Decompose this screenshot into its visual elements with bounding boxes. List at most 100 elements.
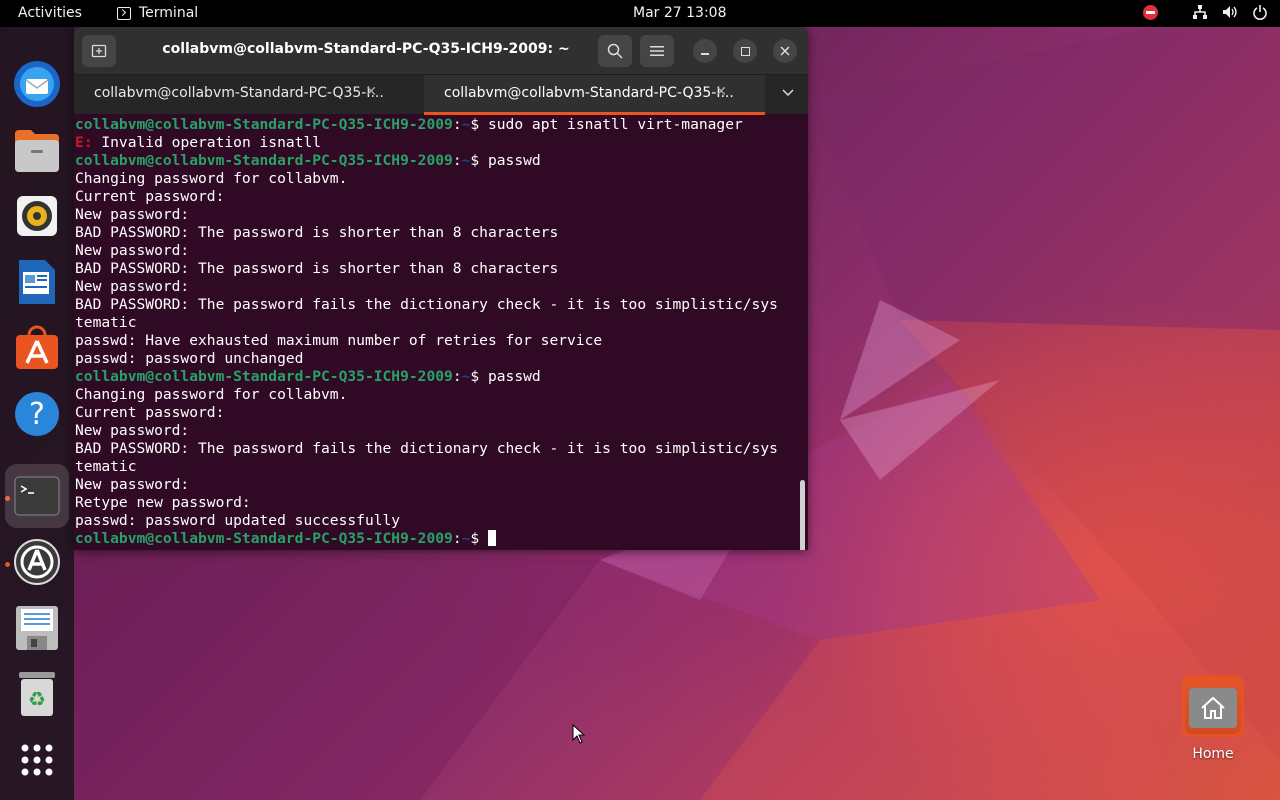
house-icon — [1201, 696, 1225, 719]
output-text: New password: — [75, 476, 190, 493]
terminal-line: collabvm@collabvm-Standard-PC-Q35-ICH9-2… — [75, 152, 799, 170]
terminal-line: New password: — [75, 476, 799, 494]
maximize-icon — [740, 46, 750, 56]
terminal-line: BAD PASSWORD: The password is shorter th… — [75, 224, 799, 242]
power-icon[interactable] — [1252, 4, 1268, 20]
output-text: Current password: — [75, 404, 225, 421]
command-text: sudo apt isnatll virt-manager — [487, 116, 743, 133]
terminal-line: collabvm@collabvm-Standard-PC-Q35-ICH9-2… — [75, 368, 799, 386]
terminal-scrollbar[interactable] — [800, 480, 805, 550]
dock-files[interactable] — [11, 124, 63, 176]
home-label: Home — [1192, 746, 1234, 762]
error-prefix: E: — [75, 134, 93, 151]
tab-bar: collabvm@collabvm-Standard-PC-Q35-I... ✕… — [74, 74, 808, 115]
terminal-line: collabvm@collabvm-Standard-PC-Q35-ICH9-2… — [75, 116, 799, 134]
output-text: New password: — [75, 422, 190, 439]
tab-list-chevron-down-icon[interactable] — [782, 86, 794, 101]
error-message: Invalid operation isnatll — [92, 134, 322, 151]
trash-icon: ♻ — [19, 672, 55, 716]
dock: ? ♻ — [0, 27, 74, 800]
output-text: Changing password for collabvm. — [75, 170, 348, 187]
app-grid-icon — [21, 744, 53, 776]
prompt-symbol: $ — [470, 530, 488, 547]
output-text: New password: — [75, 278, 190, 295]
prompt-user: collabvm@collabvm-Standard-PC-Q35-ICH9-2… — [75, 368, 453, 385]
clock[interactable]: Mar 27 13:08 — [633, 5, 726, 21]
tab-1[interactable]: collabvm@collabvm-Standard-PC-Q35-I... ✕ — [74, 75, 415, 115]
terminal-line: E: Invalid operation isnatll — [75, 134, 799, 152]
terminal-headerbar[interactable]: collabvm@collabvm-Standard-PC-Q35-ICH9-2… — [74, 27, 808, 74]
terminal-line: BAD PASSWORD: The password is shorter th… — [75, 260, 799, 278]
dock-terminal[interactable] — [5, 464, 69, 528]
prompt-separator: : — [452, 152, 462, 169]
prompt-user: collabvm@collabvm-Standard-PC-Q35-ICH9-2… — [75, 152, 453, 169]
dock-thunderbird[interactable] — [11, 58, 63, 110]
tab-2[interactable]: collabvm@collabvm-Standard-PC-Q35-I... ✕ — [424, 75, 765, 115]
terminal-line: New password: — [75, 242, 799, 260]
desktop-home-icon[interactable]: Home — [1180, 675, 1246, 762]
dock-rhythmbox[interactable] — [11, 190, 63, 242]
close-icon — [780, 46, 790, 56]
terminal-line: BAD PASSWORD: The password fails the dic… — [75, 296, 799, 314]
dock-software-updater[interactable] — [11, 536, 63, 588]
search-button[interactable] — [598, 35, 632, 67]
files-folder-icon — [15, 130, 59, 172]
network-icon[interactable] — [1192, 4, 1208, 20]
dock-trash[interactable]: ♻ — [11, 668, 63, 720]
minimize-button[interactable] — [693, 39, 717, 63]
do-not-disturb-icon[interactable] — [1143, 4, 1158, 20]
prompt-separator: : — [452, 116, 462, 133]
tab-close-icon[interactable]: ✕ — [365, 84, 377, 100]
prompt-separator: : — [452, 368, 462, 385]
terminal-line: collabvm@collabvm-Standard-PC-Q35-ICH9-2… — [75, 530, 799, 548]
output-text: BAD PASSWORD: The password is shorter th… — [75, 260, 559, 277]
text-cursor — [487, 530, 496, 546]
dock-writer[interactable] — [11, 256, 63, 308]
hamburger-icon — [650, 46, 664, 56]
terminal-line: passwd: password updated successfully — [75, 512, 799, 530]
software-updater-icon — [14, 539, 60, 585]
dock-show-apps[interactable] — [11, 734, 63, 786]
activities-button[interactable]: Activities — [18, 5, 82, 21]
close-button[interactable] — [773, 39, 797, 63]
terminal-icon — [14, 476, 60, 516]
terminal-line: passwd: password unchanged — [75, 350, 799, 368]
tab-label: collabvm@collabvm-Standard-PC-Q35-I... — [444, 85, 734, 101]
ubuntu-software-icon — [16, 325, 58, 369]
output-text: New password: — [75, 206, 190, 223]
mouse-pointer-icon — [572, 724, 586, 744]
prompt-symbol: $ — [470, 368, 488, 385]
dock-app-center[interactable] — [11, 322, 63, 374]
libreoffice-writer-icon — [19, 260, 55, 304]
prompt-user: collabvm@collabvm-Standard-PC-Q35-ICH9-2… — [75, 530, 453, 547]
menu-button[interactable] — [640, 35, 674, 67]
prompt-symbol: $ — [470, 152, 488, 169]
dock-help[interactable]: ? — [11, 388, 63, 440]
output-text: BAD PASSWORD: The password fails the dic… — [75, 440, 778, 457]
volume-icon[interactable] — [1222, 4, 1238, 20]
terminal-line: New password: — [75, 206, 799, 224]
dock-save[interactable] — [11, 602, 63, 654]
floppy-disk-icon — [16, 606, 58, 650]
terminal-line: Current password: — [75, 188, 799, 206]
terminal-line: New password: — [75, 278, 799, 296]
output-text: tematic — [75, 458, 137, 475]
svg-text:♻: ♻ — [28, 687, 46, 711]
system-tray[interactable] — [1143, 4, 1268, 20]
output-text: Changing password for collabvm. — [75, 386, 348, 403]
maximize-button[interactable] — [733, 39, 757, 63]
terminal-line: New password: — [75, 422, 799, 440]
output-text: Current password: — [75, 188, 225, 205]
minimize-icon — [701, 53, 709, 55]
svg-text:?: ? — [29, 397, 45, 432]
terminal-line: tematic — [75, 314, 799, 332]
home-folder-icon — [1182, 675, 1244, 737]
tab-label: collabvm@collabvm-Standard-PC-Q35-I... — [94, 85, 384, 101]
terminal-line: passwd: Have exhausted maximum number of… — [75, 332, 799, 350]
tab-close-icon[interactable]: ✕ — [715, 84, 727, 100]
prompt-user: collabvm@collabvm-Standard-PC-Q35-ICH9-2… — [75, 116, 453, 133]
app-menu[interactable]: Terminal — [117, 5, 198, 21]
terminal-window[interactable]: collabvm@collabvm-Standard-PC-Q35-ICH9-2… — [74, 27, 808, 550]
terminal-output[interactable]: collabvm@collabvm-Standard-PC-Q35-ICH9-2… — [74, 116, 799, 550]
output-text: passwd: password unchanged — [75, 350, 304, 367]
